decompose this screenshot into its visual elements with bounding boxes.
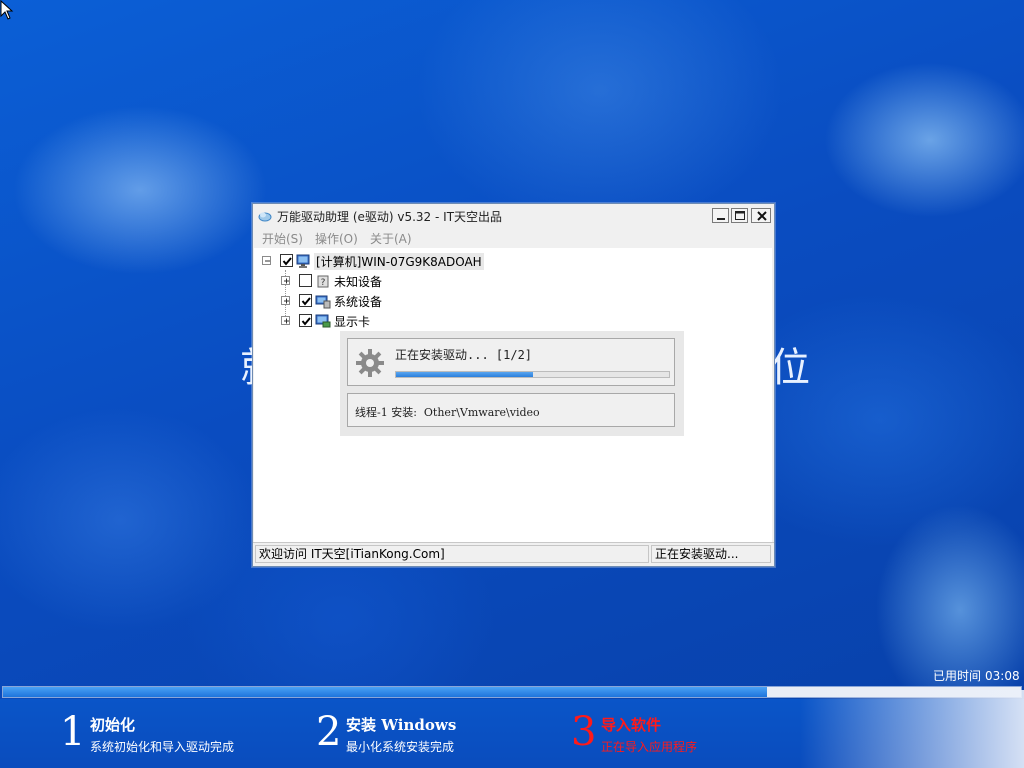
- step-number: 2: [316, 709, 342, 755]
- thread-status-text: 线程-1 安装: Other\Vmware\video: [355, 406, 540, 419]
- tree-label-display-card: 显示卡: [334, 315, 371, 329]
- menu-bar: 开始(S) 操作(O) 关于(A): [253, 228, 774, 248]
- install-progress-panel: 正在安装驱动... [1/2] 线程-1 安装: Other\Vmware\vi…: [340, 331, 684, 436]
- maximize-icon: [735, 211, 745, 220]
- collapse-toggle[interactable]: [262, 256, 271, 265]
- elapsed-label: 已用时间: [933, 669, 982, 683]
- checkbox-system-device[interactable]: [299, 294, 312, 307]
- checkbox-computer[interactable]: [280, 254, 293, 267]
- window-title: 万能驱动助理 (e驱动) v5.32 - IT天空出品: [277, 210, 503, 224]
- progress-box: 正在安装驱动... [1/2]: [347, 338, 675, 386]
- close-icon: [757, 211, 767, 221]
- tree-label-computer: [计算机]WIN-07G9K8ADOAH: [314, 253, 484, 270]
- plus-icon: [284, 298, 289, 304]
- status-installing: 正在安装驱动...: [651, 545, 771, 563]
- step-number: 1: [60, 709, 86, 755]
- plus-icon: [284, 278, 289, 284]
- status-bar: 欢迎访问 IT天空[iTianKong.Com] 正在安装驱动...: [253, 542, 774, 565]
- expand-toggle[interactable]: [281, 276, 290, 285]
- step-title: 导入软件: [601, 716, 662, 734]
- menu-about[interactable]: 关于(A): [370, 230, 412, 247]
- expand-toggle[interactable]: [281, 296, 290, 305]
- step-title: 初始化: [90, 716, 136, 734]
- overall-install-progress-fill: [3, 687, 767, 697]
- step-number: 3: [571, 709, 597, 755]
- step-subtitle: 系统初始化和导入驱动完成: [90, 740, 235, 754]
- close-button[interactable]: [751, 208, 771, 223]
- step-subtitle: 正在导入应用程序: [601, 740, 698, 754]
- elapsed-time-value: 03:08: [985, 669, 1020, 683]
- progress-text: 正在安装驱动... [1/2]: [395, 348, 533, 362]
- background-heading-right: 位: [770, 345, 810, 391]
- status-welcome: 欢迎访问 IT天空[iTianKong.Com]: [255, 545, 649, 563]
- svg-text:?: ?: [321, 278, 326, 288]
- minimize-icon: [717, 218, 725, 220]
- checkmark-icon: [282, 257, 292, 266]
- step-subtitle: 最小化系统安装完成: [346, 740, 455, 754]
- step-title: 安装 Windows: [346, 716, 457, 734]
- tree-row-display-card[interactable]: 显示卡: [254, 312, 554, 330]
- tree-row-unknown-device[interactable]: ? 未知设备: [254, 272, 554, 290]
- driver-assistant-window: 万能驱动助理 (e驱动) v5.32 - IT天空出品 开始(S) 操作(O) …: [252, 203, 775, 567]
- menu-start[interactable]: 开始(S): [262, 230, 303, 247]
- maximize-button[interactable]: [731, 208, 748, 223]
- expand-toggle[interactable]: [281, 316, 290, 325]
- tree-row-computer[interactable]: [计算机]WIN-07G9K8ADOAH: [254, 252, 554, 270]
- tree-label-system-device: 系统设备: [334, 295, 383, 309]
- corner-fade: [800, 690, 1024, 768]
- minimize-button[interactable]: [712, 208, 729, 223]
- minus-icon: [265, 260, 270, 262]
- gear-icon: [356, 349, 384, 377]
- checkbox-unknown-device[interactable]: [299, 274, 312, 287]
- tree-label-unknown-device: 未知设备: [334, 275, 383, 289]
- checkmark-icon: [301, 297, 311, 306]
- driver-progress-fill: [396, 372, 533, 377]
- unknown-device-icon: ?: [317, 275, 329, 288]
- device-tree-panel: [计算机]WIN-07G9K8ADOAH ? 未知设备 系统设备 显示卡 正在安…: [254, 248, 772, 542]
- menu-operations[interactable]: 操作(O): [315, 230, 358, 247]
- checkmark-icon: [301, 317, 311, 326]
- driver-progress-bar: [395, 371, 670, 378]
- mouse-cursor-icon: [0, 0, 14, 20]
- computer-icon: [296, 254, 310, 268]
- tree-row-system-device[interactable]: 系统设备: [254, 292, 554, 310]
- plus-icon: [284, 318, 289, 324]
- elapsed-time-readout: 已用时间 03:08: [933, 667, 1020, 684]
- system-device-icon: [315, 295, 331, 309]
- cloud-icon: [258, 212, 272, 222]
- thread-box: 线程-1 安装: Other\Vmware\video: [347, 393, 675, 427]
- window-titlebar[interactable]: 万能驱动助理 (e驱动) v5.32 - IT天空出品: [253, 204, 774, 228]
- checkbox-display-card[interactable]: [299, 314, 312, 327]
- display-card-icon: [315, 314, 331, 328]
